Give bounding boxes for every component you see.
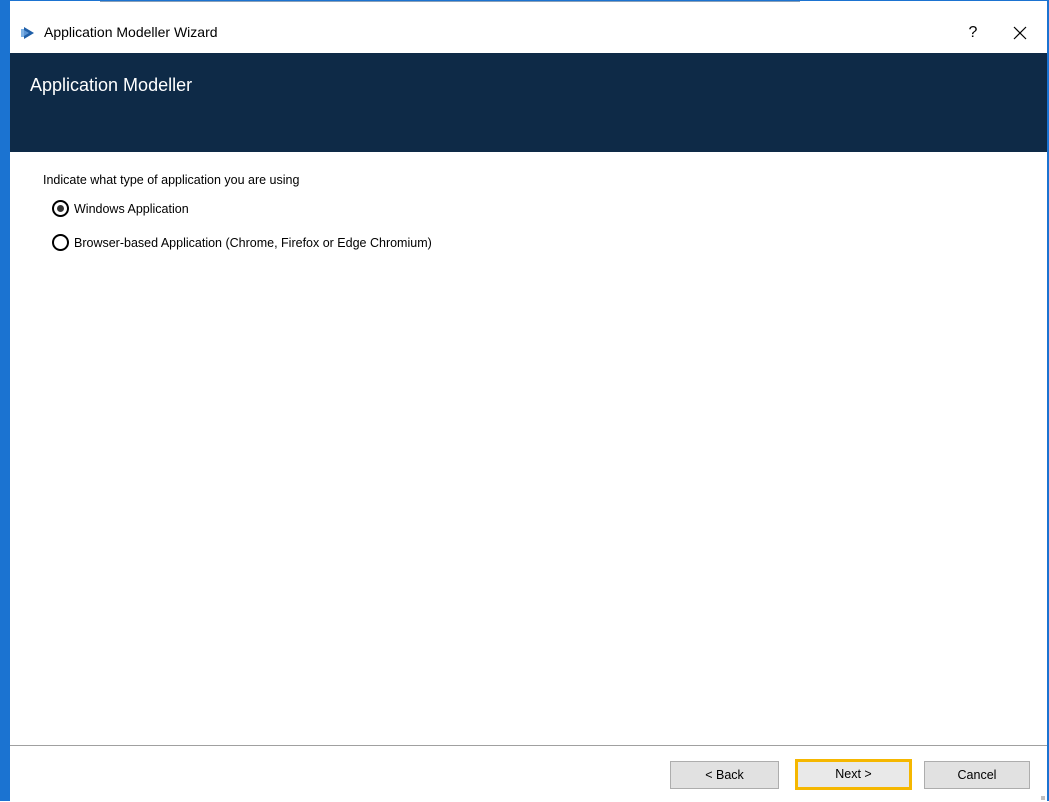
- next-button[interactable]: Next >: [795, 759, 912, 790]
- browser-application-label[interactable]: Browser-based Application (Chrome, Firef…: [74, 236, 432, 250]
- close-button[interactable]: [1003, 20, 1037, 46]
- window-title: Application Modeller Wizard: [44, 24, 218, 40]
- wizard-content: Indicate what type of application you ar…: [10, 152, 1047, 745]
- windows-application-option[interactable]: Windows Application: [52, 200, 189, 217]
- title-bar: Application Modeller Wizard ?: [10, 2, 1047, 53]
- browser-application-option[interactable]: Browser-based Application (Chrome, Firef…: [52, 234, 432, 251]
- cancel-button[interactable]: Cancel: [924, 761, 1030, 789]
- help-button[interactable]: ?: [958, 20, 988, 46]
- resize-grip[interactable]: [1041, 796, 1045, 800]
- app-logo-icon: [20, 25, 36, 41]
- page-title: Application Modeller: [30, 75, 193, 95]
- application-type-prompt: Indicate what type of application you ar…: [43, 173, 300, 187]
- header-band: Application Modeller: [10, 53, 1047, 152]
- back-button[interactable]: < Back: [670, 761, 779, 789]
- close-icon: [1013, 26, 1027, 40]
- wizard-footer: < Back Next > Cancel: [10, 746, 1047, 802]
- browser-application-radio[interactable]: [52, 234, 69, 251]
- wizard-window: Application Modeller Wizard ? Applicatio…: [0, 0, 1049, 802]
- windows-application-label[interactable]: Windows Application: [74, 202, 189, 216]
- windows-application-radio[interactable]: [52, 200, 69, 217]
